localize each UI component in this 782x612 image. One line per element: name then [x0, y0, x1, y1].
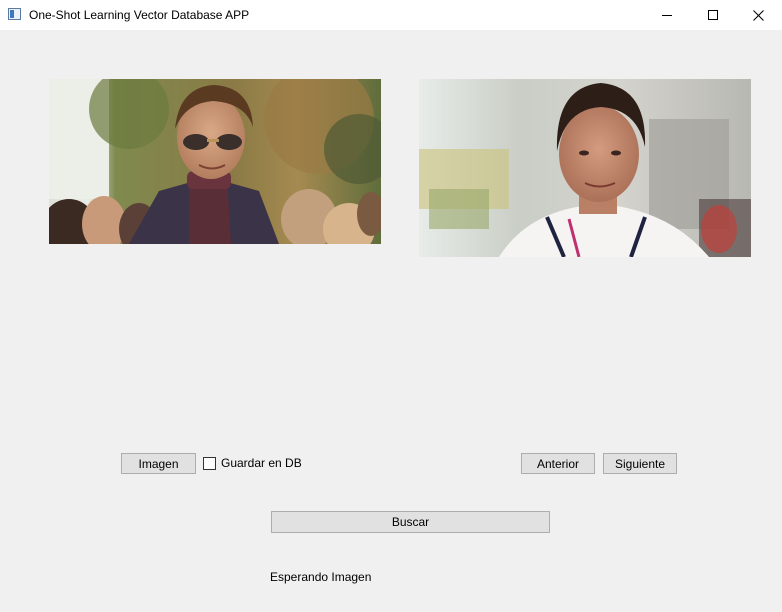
app-icon: [8, 8, 21, 20]
minimize-button[interactable]: [644, 0, 690, 30]
save-to-db-label[interactable]: Guardar en DB: [221, 456, 302, 470]
image-button[interactable]: Imagen: [121, 453, 196, 474]
maximize-button[interactable]: [690, 0, 736, 30]
close-icon: [752, 9, 764, 21]
match-image: [419, 79, 751, 257]
maximize-icon: [708, 10, 718, 20]
title-bar[interactable]: One-Shot Learning Vector Database APP: [0, 0, 782, 30]
checkbox-box[interactable]: [203, 456, 216, 470]
save-to-db-checkbox[interactable]: Guardar en DB: [203, 456, 302, 470]
search-button[interactable]: Buscar: [271, 511, 550, 533]
previous-button[interactable]: Anterior: [521, 453, 595, 474]
window-title: One-Shot Learning Vector Database APP: [29, 8, 250, 22]
next-button[interactable]: Siguiente: [603, 453, 677, 474]
close-button[interactable]: [735, 0, 781, 30]
minimize-icon: [662, 15, 672, 16]
query-image: [49, 79, 381, 244]
status-label: Esperando Imagen: [270, 570, 372, 584]
